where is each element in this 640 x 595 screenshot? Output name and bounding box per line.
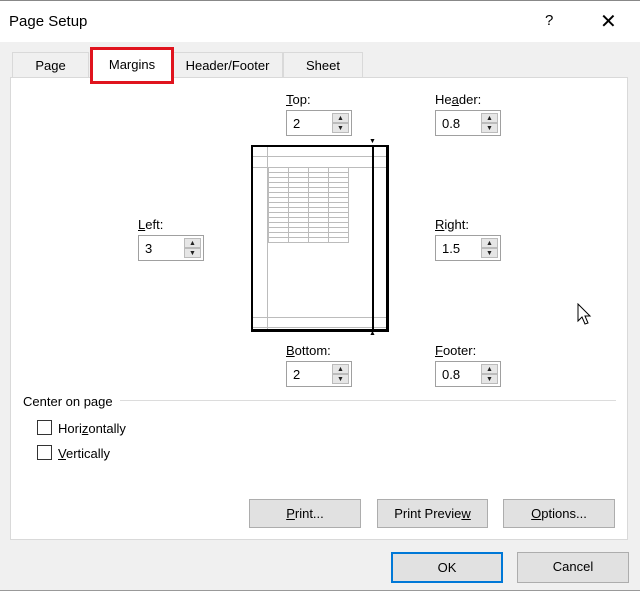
vertically-label[interactable]: Vertically <box>58 446 110 461</box>
spin-down-icon[interactable]: ▼ <box>481 248 498 258</box>
grid-line <box>268 197 348 198</box>
grid-line <box>268 212 348 213</box>
spin-up-icon[interactable]: ▲ <box>332 364 349 374</box>
grid-line <box>268 167 348 168</box>
print-preview-button[interactable]: Print Preview <box>377 499 488 528</box>
left-label: Left: <box>138 217 164 232</box>
grid-line <box>268 177 348 178</box>
grid-line <box>268 187 348 188</box>
grid-line <box>268 192 348 193</box>
mouse-cursor-icon <box>577 303 592 325</box>
footer-margin-spinner[interactable]: 0.8 ▲ ▼ <box>435 361 501 387</box>
spin-down-icon[interactable]: ▼ <box>481 123 498 133</box>
print-button[interactable]: Print... <box>249 499 361 528</box>
center-on-page-label: Center on page <box>23 394 113 409</box>
dialog-title: Page Setup <box>9 13 88 30</box>
grid-line <box>268 207 348 208</box>
spin-down-icon[interactable]: ▼ <box>332 123 349 133</box>
cancel-button[interactable]: Cancel <box>517 552 629 583</box>
tab-margins[interactable]: Margins <box>92 49 172 78</box>
top-label: Top: <box>286 92 311 107</box>
header-margin-spinner[interactable]: 0.8 ▲ ▼ <box>435 110 501 136</box>
grid-line <box>268 232 348 233</box>
options-button[interactable]: Options... <box>503 499 615 528</box>
top-margin-spinner[interactable]: 2 ▲ ▼ <box>286 110 352 136</box>
grid-line <box>268 182 348 183</box>
background-sheet <box>0 590 640 595</box>
title-bar: Page Setup ? ✕ <box>0 0 640 42</box>
bottom-margin-spinner[interactable]: 2 ▲ ▼ <box>286 361 352 387</box>
spin-down-icon[interactable]: ▼ <box>332 374 349 384</box>
vertically-checkbox[interactable] <box>37 445 52 460</box>
right-label: Right: <box>435 217 469 232</box>
spin-up-icon[interactable]: ▲ <box>481 238 498 248</box>
grid-line <box>268 202 348 203</box>
header-label: Header: <box>435 92 482 107</box>
spin-down-icon[interactable]: ▼ <box>481 374 498 384</box>
tab-page[interactable]: Page <box>12 52 89 78</box>
grid-line <box>268 172 348 173</box>
preview-table <box>268 167 349 243</box>
ok-button[interactable]: OK <box>391 552 503 583</box>
spin-up-icon[interactable]: ▲ <box>481 364 498 374</box>
horizontally-label[interactable]: Horizontally <box>58 421 126 436</box>
tab-sheet[interactable]: Sheet <box>283 52 363 78</box>
grid-line <box>268 222 348 223</box>
help-button[interactable]: ? <box>545 12 553 29</box>
grid-line <box>268 227 348 228</box>
spin-up-icon[interactable]: ▲ <box>184 238 201 248</box>
margin-marker-top-icon: ▼ <box>369 138 376 145</box>
right-margin-spinner[interactable]: 1.5 ▲ ▼ <box>435 235 501 261</box>
grid-line <box>348 167 349 243</box>
grid-line <box>268 237 348 238</box>
spin-up-icon[interactable]: ▲ <box>481 113 498 123</box>
spin-down-icon[interactable]: ▼ <box>184 248 201 258</box>
horizontally-checkbox[interactable] <box>37 420 52 435</box>
group-divider <box>120 400 616 401</box>
footer-label: Footer: <box>435 343 477 358</box>
grid-line <box>268 242 348 243</box>
page-preview <box>251 145 389 332</box>
tab-header-footer[interactable]: Header/Footer <box>172 52 283 78</box>
close-icon[interactable]: ✕ <box>600 9 617 34</box>
grid-line <box>268 217 348 218</box>
spin-up-icon[interactable]: ▲ <box>332 113 349 123</box>
left-margin-spinner[interactable]: 3 ▲ ▼ <box>138 235 204 261</box>
bottom-label: Bottom: <box>286 343 331 358</box>
